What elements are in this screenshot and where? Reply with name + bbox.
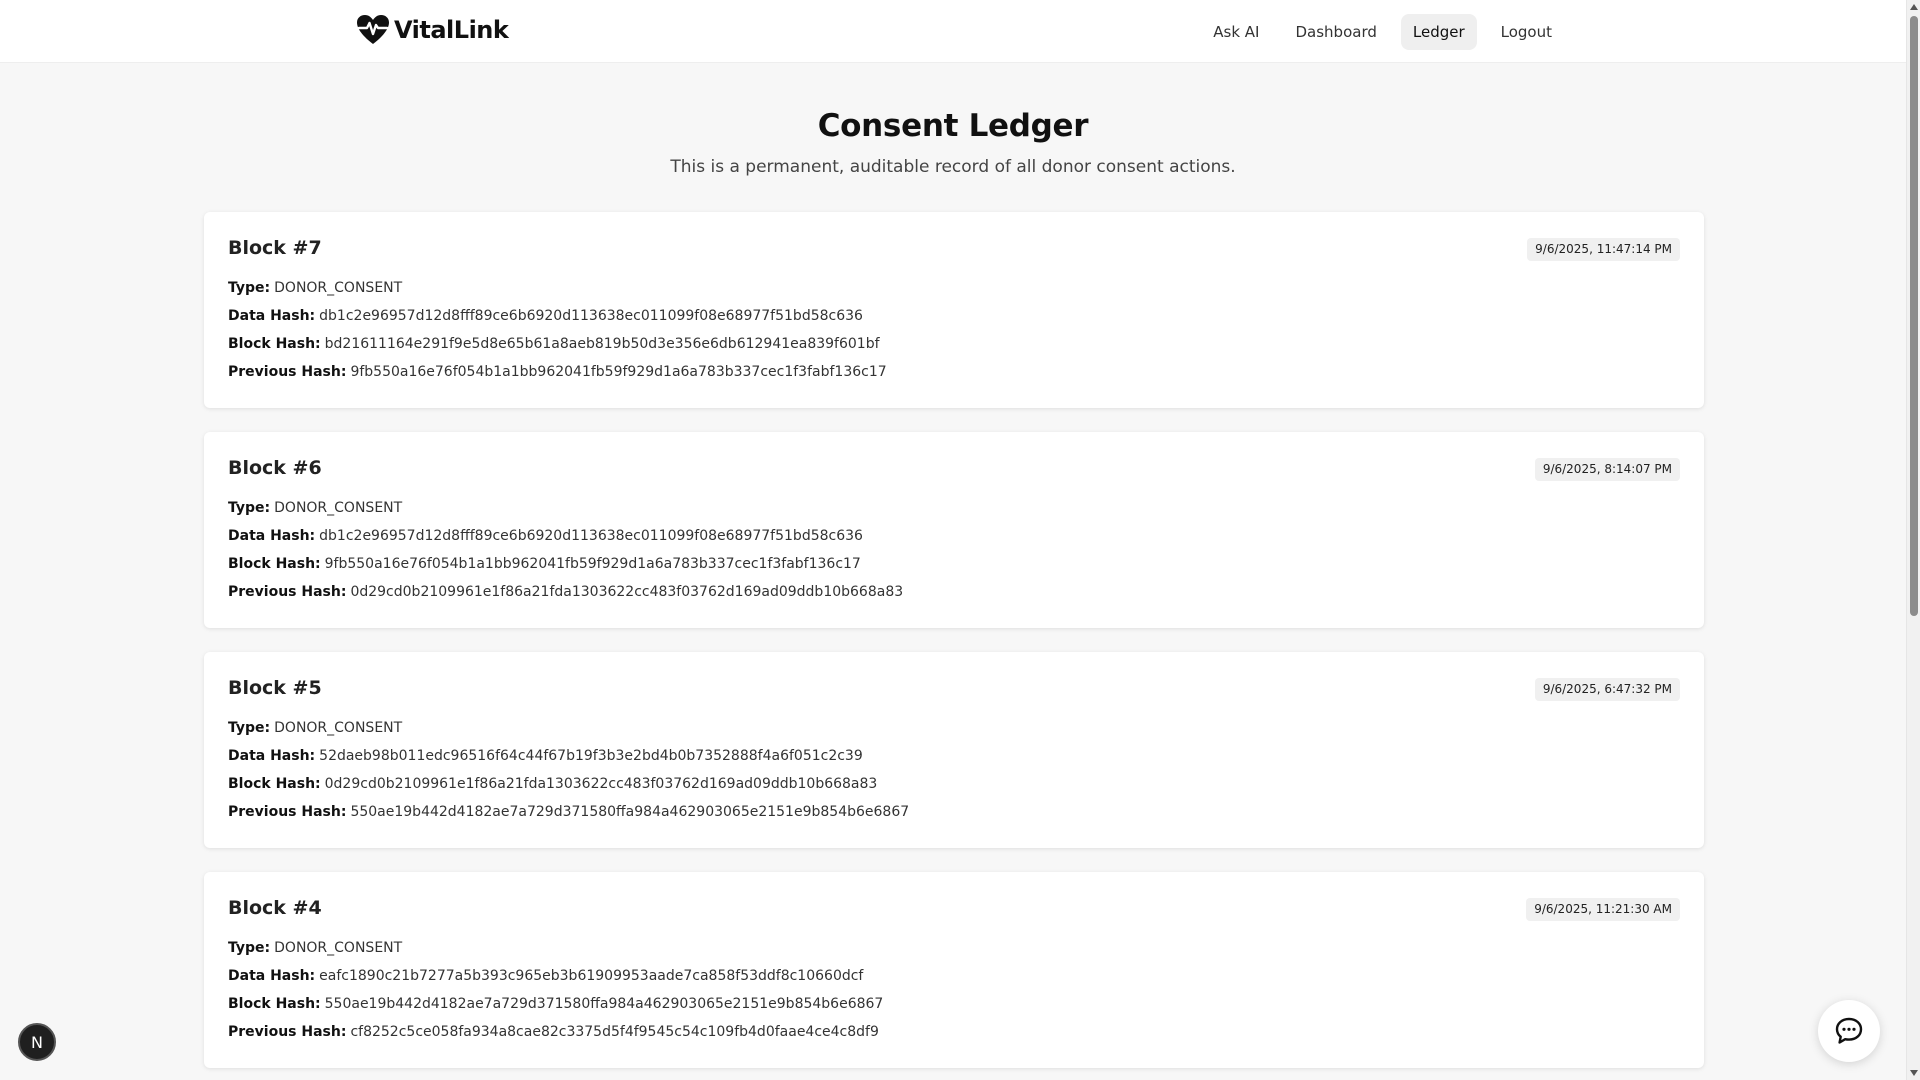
- block-timestamp: 9/6/2025, 11:21:30 AM: [1526, 898, 1680, 921]
- previous-hash-row: Previous Hash: 9fb550a16e76f054b1a1bb9620…: [228, 358, 1680, 386]
- type-value: DONOR_CONSENT: [274, 720, 403, 736]
- data-hash-label: Data Hash:: [228, 528, 316, 544]
- previous-hash-value: 550ae19b442d4182ae7a729d371580ffa984a462…: [350, 804, 910, 820]
- previous-hash-value: 0d29cd0b2109961e1f86a21fda1303622cc483f0…: [350, 584, 904, 600]
- top-navbar: VitalLink Ask AI Dashboard Ledger Logout: [0, 0, 1906, 63]
- block-title: Block #7: [228, 237, 322, 259]
- previous-hash-row: Previous Hash: cf8252c5ce058fa934a8cae82c…: [228, 1018, 1680, 1046]
- block-hash-row: Block Hash: 0d29cd0b2109961e1f86a21fda130…: [228, 770, 1680, 798]
- page-subtitle: This is a permanent, auditable record of…: [670, 157, 1236, 177]
- block-hash-value: bd21611164e291f9e5d8e65b61a8aeb819b50d3e…: [324, 336, 880, 352]
- app-name: VitalLink: [394, 16, 509, 44]
- nav-ask-ai[interactable]: Ask AI: [1201, 14, 1271, 50]
- block-hash-row: Block Hash: bd21611164e291f9e5d8e65b61a8a…: [228, 330, 1680, 358]
- block-timestamp: 9/6/2025, 6:47:32 PM: [1534, 678, 1680, 701]
- scroll-down-arrow-icon[interactable]: [1910, 1070, 1918, 1076]
- block-hash-label: Block Hash:: [228, 776, 321, 792]
- data-hash-label: Data Hash:: [228, 748, 316, 764]
- data-hash-row: Data Hash: db1c2e96957d12d8fff89ce6b6920d…: [228, 302, 1680, 330]
- data-hash-value: 52daeb98b011edc96516f64c44f67b19f3b3e2bd…: [319, 748, 863, 764]
- heart-pulse-icon: [357, 15, 389, 44]
- type-value: DONOR_CONSENT: [274, 500, 403, 516]
- type-label: Type:: [228, 280, 271, 296]
- data-hash-row: Data Hash: 52daeb98b011edc96516f64c44f67b…: [228, 742, 1680, 770]
- type-label: Type:: [228, 940, 271, 956]
- previous-hash-row: Previous Hash: 550ae19b442d4182ae7a729d37…: [228, 798, 1680, 826]
- data-hash-value: db1c2e96957d12d8fff89ce6b6920d113638ec01…: [319, 528, 863, 544]
- ledger-block-card: Block #7 9/6/2025, 11:47:14 PM Type: DONO…: [204, 212, 1704, 408]
- type-value: DONOR_CONSENT: [274, 940, 403, 956]
- app-logo[interactable]: VitalLink: [356, 14, 509, 46]
- block-title: Block #5: [228, 677, 322, 699]
- block-type-row: Type: DONOR_CONSENT: [228, 934, 1680, 962]
- previous-hash-value: 9fb550a16e76f054b1a1bb962041fb59f929d1a6…: [350, 364, 887, 380]
- block-hash-value: 0d29cd0b2109961e1f86a21fda1303622cc483f0…: [324, 776, 878, 792]
- block-hash-row: Block Hash: 550ae19b442d4182ae7a729d37158…: [228, 990, 1680, 1018]
- dev-tools-badge[interactable]: N: [18, 1023, 56, 1061]
- data-hash-row: Data Hash: db1c2e96957d12d8fff89ce6b6920d…: [228, 522, 1680, 550]
- previous-hash-label: Previous Hash:: [228, 804, 347, 820]
- nav-logout[interactable]: Logout: [1489, 14, 1564, 50]
- block-type-row: Type: DONOR_CONSENT: [228, 494, 1680, 522]
- nav-dashboard[interactable]: Dashboard: [1283, 14, 1388, 50]
- chat-bubble-icon: [1835, 1017, 1863, 1044]
- block-hash-value: 550ae19b442d4182ae7a729d371580ffa984a462…: [324, 996, 884, 1012]
- type-value: DONOR_CONSENT: [274, 280, 403, 296]
- scrollbar-thumb[interactable]: [1910, 16, 1918, 616]
- previous-hash-label: Previous Hash:: [228, 1024, 347, 1040]
- scroll-up-arrow-icon[interactable]: [1910, 4, 1918, 10]
- block-timestamp: 9/6/2025, 11:47:14 PM: [1527, 238, 1680, 261]
- block-type-row: Type: DONOR_CONSENT: [228, 714, 1680, 742]
- block-title: Block #4: [228, 897, 322, 919]
- block-type-row: Type: DONOR_CONSENT: [228, 274, 1680, 302]
- previous-hash-label: Previous Hash:: [228, 364, 347, 380]
- type-label: Type:: [228, 720, 271, 736]
- data-hash-value: eafc1890c21b7277a5b393c965eb3b61909953aa…: [319, 968, 864, 984]
- page-title: Consent Ledger: [817, 108, 1089, 144]
- ledger-block-card: Block #5 9/6/2025, 6:47:32 PM Type: DONOR…: [204, 652, 1704, 848]
- block-timestamp: 9/6/2025, 8:14:07 PM: [1534, 458, 1680, 481]
- previous-hash-label: Previous Hash:: [228, 584, 347, 600]
- previous-hash-value: cf8252c5ce058fa934a8cae82c3375d5f4f9545c…: [350, 1024, 879, 1040]
- ledger-block-card: Block #4 9/6/2025, 11:21:30 AM Type: DONO…: [204, 872, 1704, 1068]
- type-label: Type:: [228, 500, 271, 516]
- block-title: Block #6: [228, 457, 322, 479]
- data-hash-row: Data Hash: eafc1890c21b7277a5b393c965eb3b…: [228, 962, 1680, 990]
- ledger-block-list: Block #7 9/6/2025, 11:47:14 PM Type: DONO…: [204, 212, 1704, 1080]
- block-hash-label: Block Hash:: [228, 996, 321, 1012]
- block-hash-label: Block Hash:: [228, 556, 321, 572]
- main-nav: Ask AI Dashboard Ledger Logout: [1201, 14, 1564, 50]
- data-hash-label: Data Hash:: [228, 968, 316, 984]
- data-hash-value: db1c2e96957d12d8fff89ce6b6920d113638ec01…: [319, 308, 863, 324]
- block-hash-label: Block Hash:: [228, 336, 321, 352]
- chat-button[interactable]: [1818, 1000, 1880, 1062]
- nav-ledger[interactable]: Ledger: [1400, 14, 1477, 50]
- ledger-block-card: Block #6 9/6/2025, 8:14:07 PM Type: DONOR…: [204, 432, 1704, 628]
- block-hash-row: Block Hash: 9fb550a16e76f054b1a1bb962041f…: [228, 550, 1680, 578]
- previous-hash-row: Previous Hash: 0d29cd0b2109961e1f86a21fda…: [228, 578, 1680, 606]
- data-hash-label: Data Hash:: [228, 308, 316, 324]
- vertical-scrollbar[interactable]: [1906, 0, 1920, 1080]
- block-hash-value: 9fb550a16e76f054b1a1bb962041fb59f929d1a6…: [324, 556, 861, 572]
